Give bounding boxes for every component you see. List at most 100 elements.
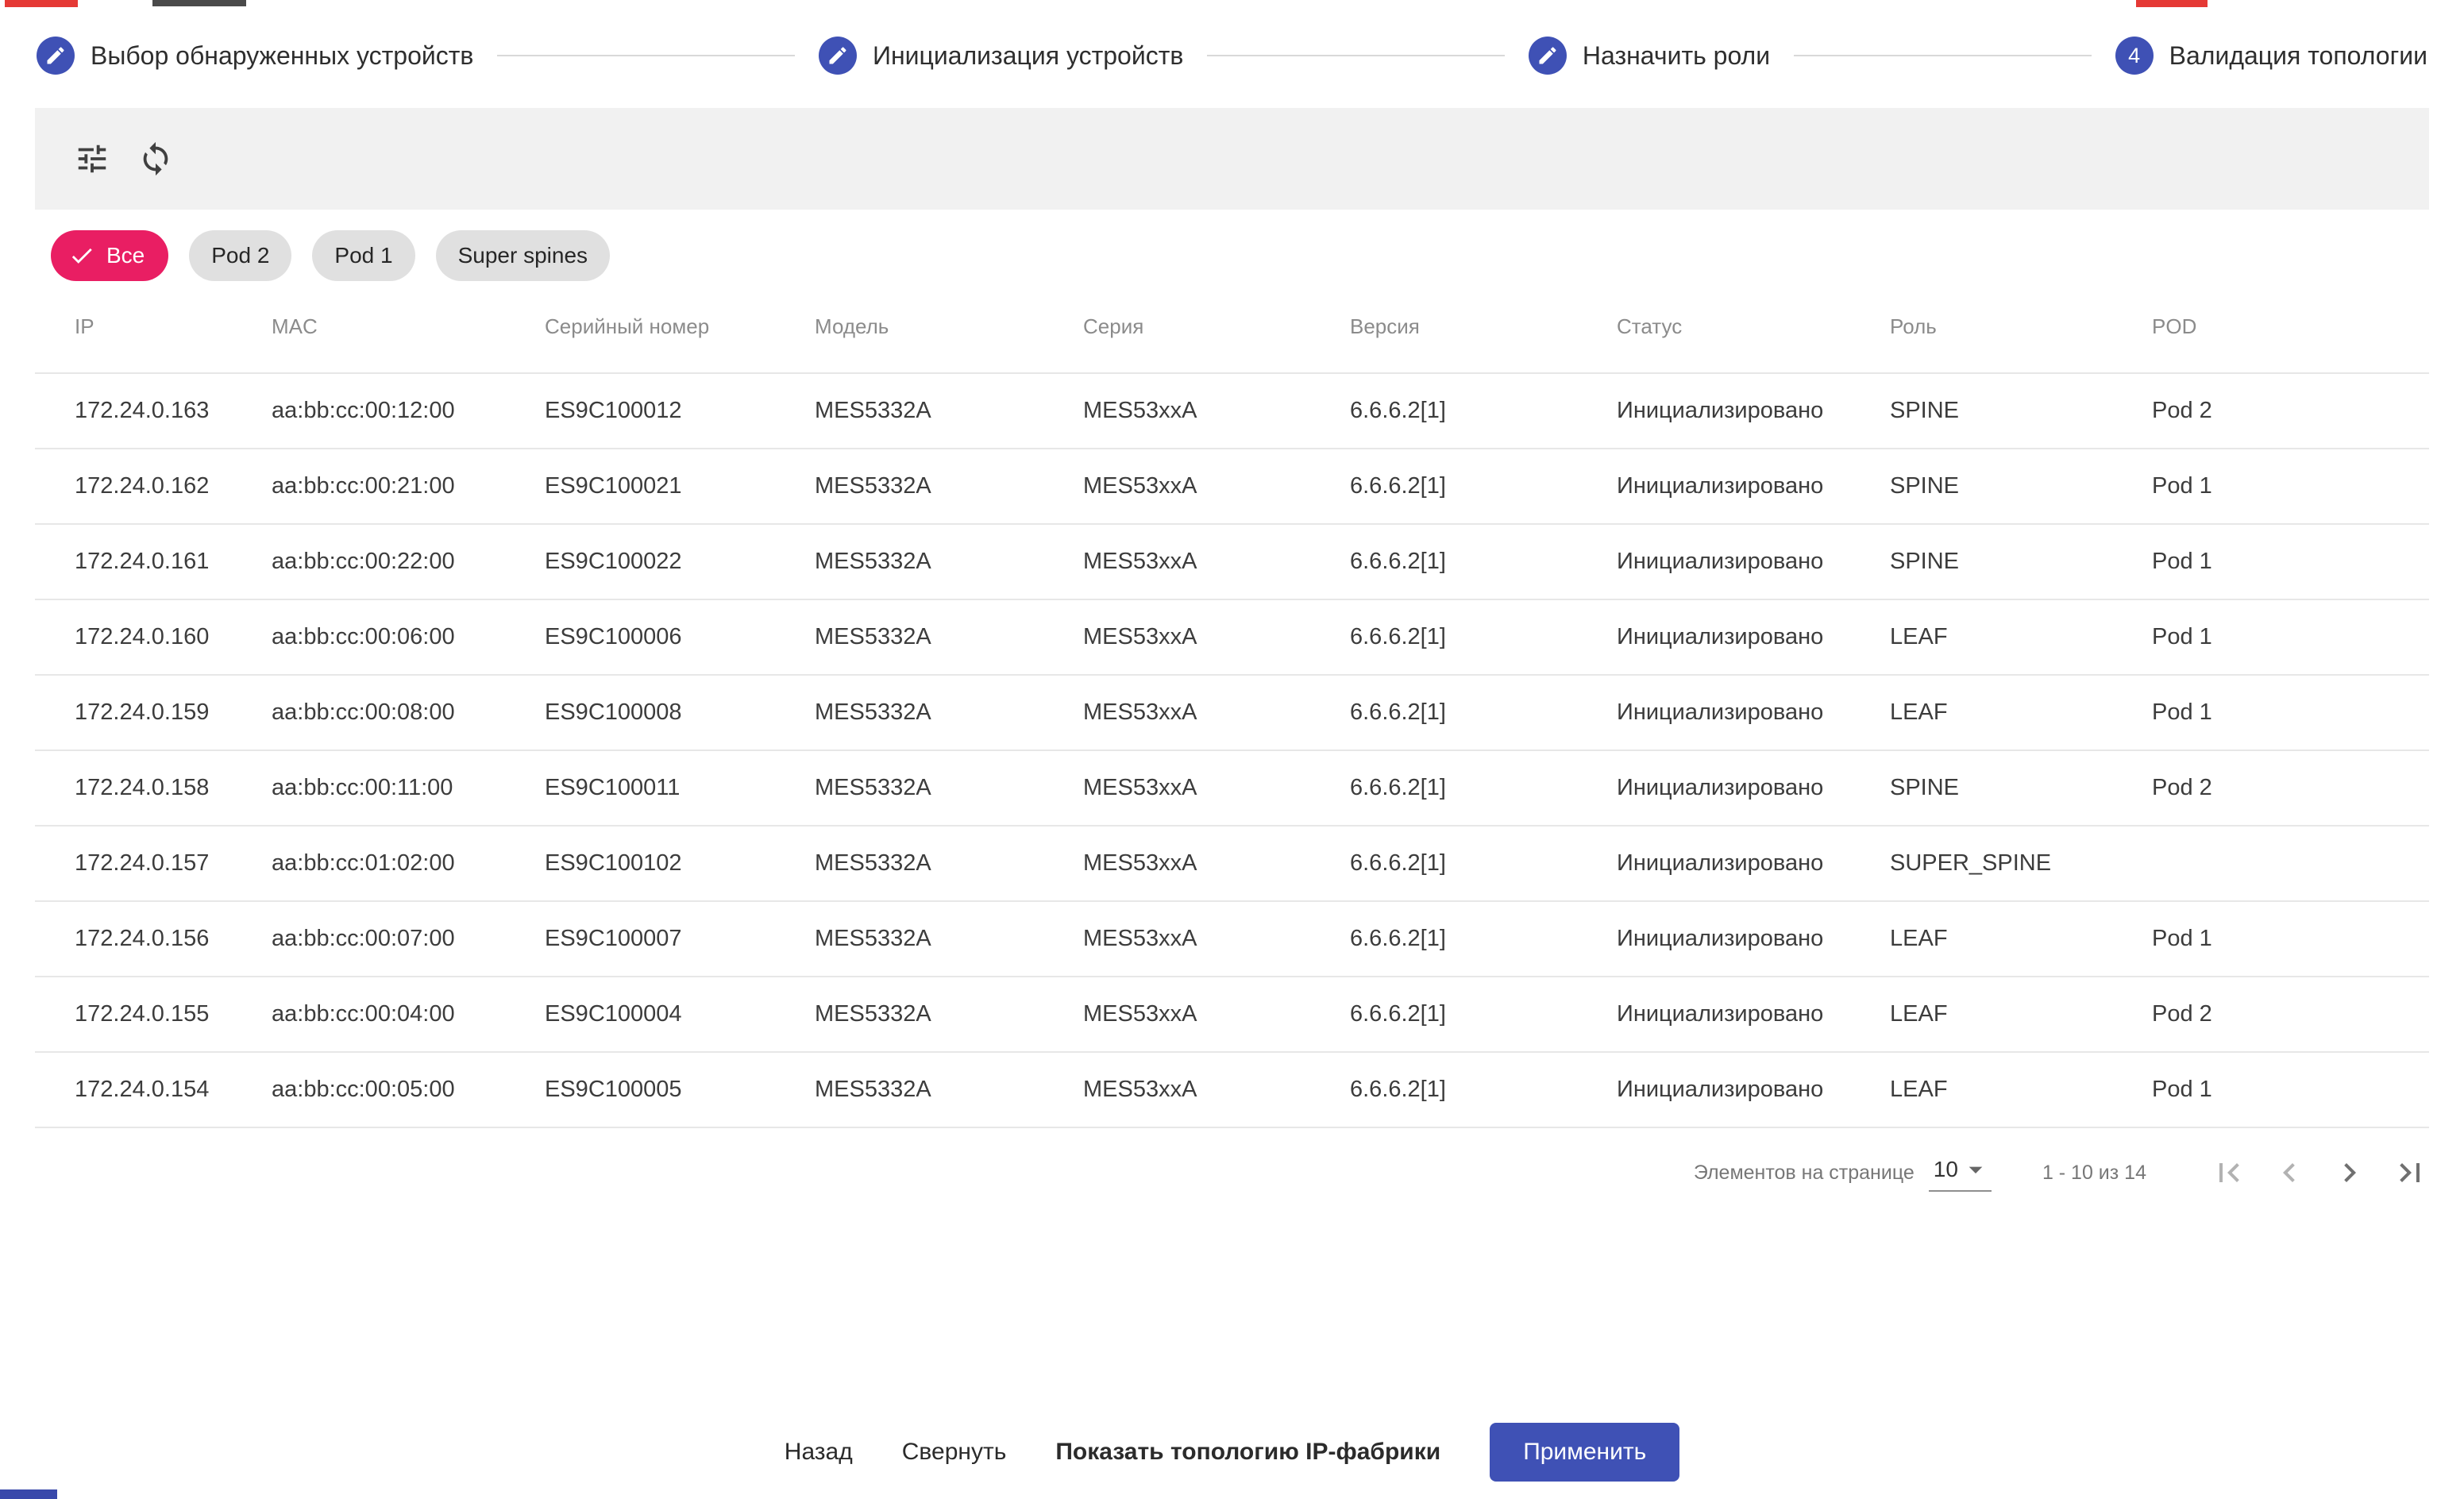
column-header-model: Модель xyxy=(815,281,1083,373)
first-page-icon[interactable] xyxy=(2210,1154,2248,1192)
chip-pod-2[interactable]: Pod 2 xyxy=(189,230,291,281)
cell-serial: ES9C100022 xyxy=(545,524,815,599)
apply-button[interactable]: Применить xyxy=(1490,1423,1679,1482)
chip-label: Pod 1 xyxy=(334,243,392,268)
clipped-fragment-bottom-left xyxy=(0,1489,57,1499)
cell-serial: ES9C100004 xyxy=(545,977,815,1052)
cell-series: MES53xxA xyxy=(1083,750,1350,826)
step-device-initialization[interactable]: Инициализация устройств xyxy=(819,37,1183,75)
cell-mac: aa:bb:cc:00:06:00 xyxy=(272,599,545,675)
table-row: 172.24.0.159aa:bb:cc:00:08:00ES9C100008M… xyxy=(35,675,2429,750)
last-page-icon[interactable] xyxy=(2391,1154,2429,1192)
chip-super-spines[interactable]: Super spines xyxy=(436,230,610,281)
cell-mac: aa:bb:cc:00:11:00 xyxy=(272,750,545,826)
cell-pod: Pod 1 xyxy=(2152,1052,2429,1127)
cell-version: 6.6.6.2[1] xyxy=(1350,599,1617,675)
table-row: 172.24.0.163aa:bb:cc:00:12:00ES9C100012M… xyxy=(35,373,2429,449)
cell-model: MES5332A xyxy=(815,599,1083,675)
step-connector xyxy=(1207,55,1505,56)
table-row: 172.24.0.160aa:bb:cc:00:06:00ES9C100006M… xyxy=(35,599,2429,675)
cell-role: SPINE xyxy=(1890,373,2152,449)
step-label: Валидация топологии xyxy=(2169,41,2427,71)
cell-version: 6.6.6.2[1] xyxy=(1350,750,1617,826)
cell-version: 6.6.6.2[1] xyxy=(1350,826,1617,901)
table-row: 172.24.0.155aa:bb:cc:00:04:00ES9C100004M… xyxy=(35,977,2429,1052)
cell-role: LEAF xyxy=(1890,675,2152,750)
cell-status: Инициализировано xyxy=(1617,373,1890,449)
cell-role: LEAF xyxy=(1890,977,2152,1052)
edit-pencil-icon xyxy=(1529,37,1567,75)
pod-filter-chips: Все Pod 2 Pod 1 Super spines xyxy=(51,230,2429,281)
cell-ip: 172.24.0.156 xyxy=(35,901,272,977)
cell-version: 6.6.6.2[1] xyxy=(1350,977,1617,1052)
cell-model: MES5332A xyxy=(815,901,1083,977)
show-topology-button[interactable]: Показать топологию IP-фабрики xyxy=(1055,1439,1440,1466)
column-header-mac: MAC xyxy=(272,281,545,373)
chip-all[interactable]: Все xyxy=(51,230,168,281)
cell-status: Инициализировано xyxy=(1617,750,1890,826)
cell-serial: ES9C100011 xyxy=(545,750,815,826)
items-per-page-select[interactable]: 10 xyxy=(1929,1154,1992,1192)
cell-model: MES5332A xyxy=(815,449,1083,524)
cell-ip: 172.24.0.162 xyxy=(35,449,272,524)
chevron-right-icon[interactable] xyxy=(2331,1154,2369,1192)
checkmark-icon xyxy=(68,242,95,269)
cell-mac: aa:bb:cc:00:08:00 xyxy=(272,675,545,750)
column-header-ip: IP xyxy=(35,281,272,373)
cell-series: MES53xxA xyxy=(1083,901,1350,977)
step-label: Назначить роли xyxy=(1583,41,1770,71)
edit-pencil-icon xyxy=(819,37,857,75)
chevron-left-icon[interactable] xyxy=(2270,1154,2308,1192)
filter-tune-icon[interactable] xyxy=(73,140,111,178)
step-label: Инициализация устройств xyxy=(873,41,1183,71)
cell-pod xyxy=(2152,826,2429,901)
back-button[interactable]: Назад xyxy=(785,1439,853,1466)
collapse-button[interactable]: Свернуть xyxy=(902,1439,1007,1466)
wizard-stepper: Выбор обнаруженных устройств Инициализац… xyxy=(0,0,2464,108)
cell-role: LEAF xyxy=(1890,901,2152,977)
cell-series: MES53xxA xyxy=(1083,977,1350,1052)
cell-serial: ES9C100102 xyxy=(545,826,815,901)
refresh-sync-icon[interactable] xyxy=(137,140,175,178)
cell-model: MES5332A xyxy=(815,524,1083,599)
cell-role: SPINE xyxy=(1890,524,2152,599)
clipped-fragment-top-right xyxy=(2136,0,2208,7)
cell-mac: aa:bb:cc:00:07:00 xyxy=(272,901,545,977)
cell-status: Инициализировано xyxy=(1617,599,1890,675)
cell-ip: 172.24.0.157 xyxy=(35,826,272,901)
cell-serial: ES9C100008 xyxy=(545,675,815,750)
cell-model: MES5332A xyxy=(815,826,1083,901)
cell-pod: Pod 1 xyxy=(2152,599,2429,675)
cell-ip: 172.24.0.158 xyxy=(35,750,272,826)
cell-role: SUPER_SPINE xyxy=(1890,826,2152,901)
cell-version: 6.6.6.2[1] xyxy=(1350,524,1617,599)
step-topology-validation[interactable]: 4 Валидация топологии xyxy=(2115,37,2427,75)
chip-label: Все xyxy=(106,243,145,268)
cell-pod: Pod 1 xyxy=(2152,901,2429,977)
cell-serial: ES9C100006 xyxy=(545,599,815,675)
table-row: 172.24.0.154aa:bb:cc:00:05:00ES9C100005M… xyxy=(35,1052,2429,1127)
step-connector xyxy=(497,55,795,56)
cell-series: MES53xxA xyxy=(1083,675,1350,750)
step-select-discovered-devices[interactable]: Выбор обнаруженных устройств xyxy=(37,37,473,75)
cell-status: Инициализировано xyxy=(1617,524,1890,599)
cell-ip: 172.24.0.163 xyxy=(35,373,272,449)
table-toolbar xyxy=(35,108,2429,210)
cell-pod: Pod 1 xyxy=(2152,449,2429,524)
step-assign-roles[interactable]: Назначить роли xyxy=(1529,37,1770,75)
cell-version: 6.6.6.2[1] xyxy=(1350,1052,1617,1127)
cell-pod: Pod 2 xyxy=(2152,373,2429,449)
cell-version: 6.6.6.2[1] xyxy=(1350,449,1617,524)
cell-model: MES5332A xyxy=(815,1052,1083,1127)
cell-mac: aa:bb:cc:00:12:00 xyxy=(272,373,545,449)
chip-pod-1[interactable]: Pod 1 xyxy=(312,230,415,281)
cell-ip: 172.24.0.154 xyxy=(35,1052,272,1127)
cell-mac: aa:bb:cc:00:22:00 xyxy=(272,524,545,599)
column-header-series: Серия xyxy=(1083,281,1350,373)
step-connector xyxy=(1794,55,2092,56)
cell-mac: aa:bb:cc:00:21:00 xyxy=(272,449,545,524)
cell-pod: Pod 1 xyxy=(2152,524,2429,599)
table-row: 172.24.0.162aa:bb:cc:00:21:00ES9C100021M… xyxy=(35,449,2429,524)
cell-status: Инициализировано xyxy=(1617,901,1890,977)
cell-series: MES53xxA xyxy=(1083,524,1350,599)
